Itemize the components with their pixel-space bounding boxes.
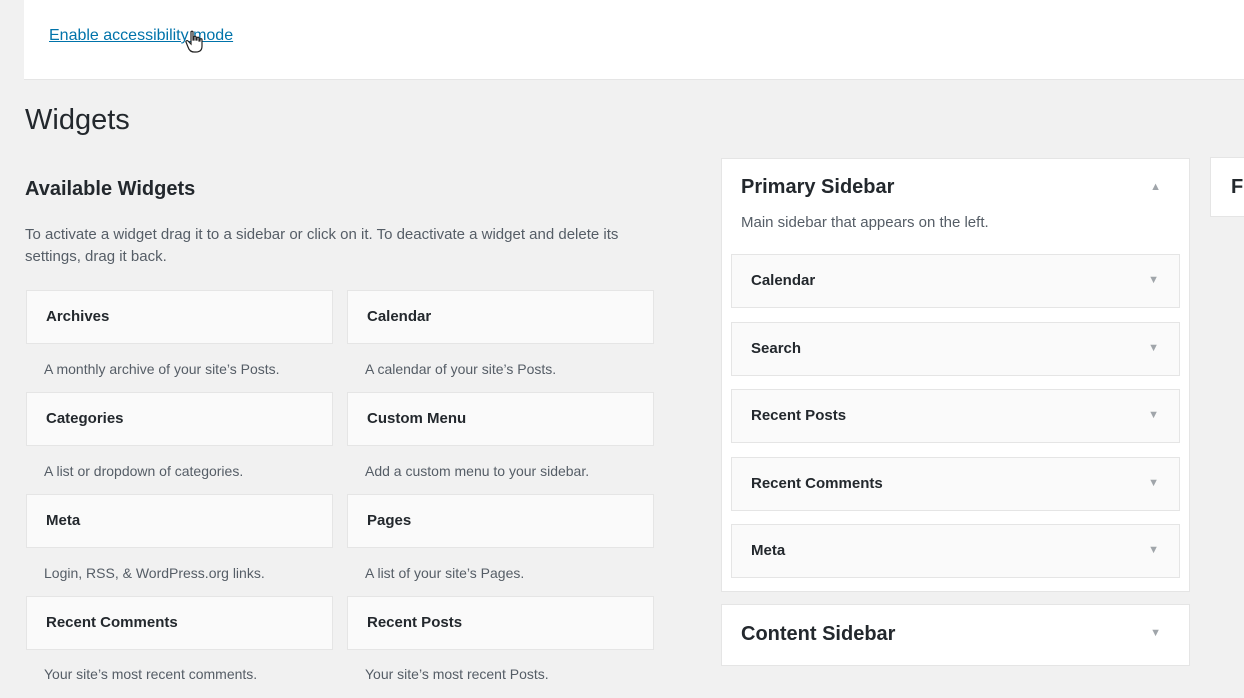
widget-description: Your site’s most recent comments. [44, 666, 258, 682]
content-sidebar-title: Content Sidebar [741, 623, 896, 645]
widget-pages[interactable]: Pages [347, 494, 654, 548]
widget-title: Calendar [367, 308, 432, 325]
widget-recent-comments[interactable]: Recent Comments [26, 596, 333, 650]
footer-sidebar-title: Footer Widget Area [1231, 176, 1244, 198]
widget-title: Meta [46, 512, 81, 529]
available-widgets-title: Available Widgets [25, 178, 196, 200]
widget-title: Custom Menu [367, 410, 467, 427]
sidebar-widget-title: Search [751, 340, 802, 357]
sidebar-widget-title: Recent Comments [751, 475, 883, 492]
content-sidebar-panel[interactable]: Content Sidebar ▼ [721, 604, 1190, 666]
widget-calendar[interactable]: Calendar [347, 290, 654, 344]
arrow-down-icon[interactable]: ▼ [1150, 627, 1161, 639]
widget-description: Add a custom menu to your sidebar. [365, 463, 590, 479]
widget-custom-menu[interactable]: Custom Menu [347, 392, 654, 446]
sidebar-widget-search[interactable]: Search ▼ [731, 322, 1180, 376]
widget-recent-posts[interactable]: Recent Posts [347, 596, 654, 650]
widget-title: Categories [46, 410, 124, 427]
widget-title: Archives [46, 308, 110, 325]
sidebar-widget-title: Recent Posts [751, 407, 847, 424]
widget-title: Pages [367, 512, 412, 529]
widget-meta[interactable]: Meta [26, 494, 333, 548]
sidebar-widget-recent-posts[interactable]: Recent Posts ▼ [731, 389, 1180, 443]
footer-sidebar-panel[interactable]: Footer Widget Area [1210, 157, 1244, 217]
arrow-up-icon[interactable]: ▲ [1150, 181, 1161, 193]
hand-pointer-icon [185, 30, 203, 53]
widget-description: A list or dropdown of categories. [44, 463, 244, 479]
arrow-down-icon[interactable]: ▼ [1148, 409, 1159, 421]
arrow-down-icon[interactable]: ▼ [1148, 544, 1159, 556]
available-widgets-description: To activate a widget drag it to a sideba… [25, 226, 619, 265]
arrow-down-icon[interactable]: ▼ [1148, 342, 1159, 354]
sidebar-widget-title: Calendar [751, 272, 816, 289]
screen-help-panel: Enable accessibility mode [24, 0, 1244, 80]
sidebar-widget-calendar[interactable]: Calendar ▼ [731, 254, 1180, 308]
widget-description: Login, RSS, & WordPress.org links. [44, 565, 265, 581]
page-title: Widgets [25, 104, 130, 136]
arrow-down-icon[interactable]: ▼ [1148, 274, 1159, 286]
widget-description: A monthly archive of your site’s Posts. [44, 361, 280, 377]
widget-description: A list of your site’s Pages. [365, 565, 525, 581]
widget-description: A calendar of your site’s Posts. [365, 361, 557, 377]
sidebar-widget-title: Meta [751, 542, 786, 559]
primary-sidebar-panel: Primary Sidebar ▲ Main sidebar that appe… [721, 158, 1190, 592]
sidebar-widget-recent-comments[interactable]: Recent Comments ▼ [731, 457, 1180, 511]
sidebar-widget-meta[interactable]: Meta ▼ [731, 524, 1180, 578]
arrow-down-icon[interactable]: ▼ [1148, 477, 1159, 489]
primary-sidebar-description: Main sidebar that appears on the left. [741, 214, 989, 231]
widget-archives[interactable]: Archives [26, 290, 333, 344]
widget-title: Recent Posts [367, 614, 463, 631]
widget-categories[interactable]: Categories [26, 392, 333, 446]
widget-title: Recent Comments [46, 614, 178, 631]
primary-sidebar-title[interactable]: Primary Sidebar [741, 176, 894, 199]
widget-description: Your site’s most recent Posts. [365, 666, 549, 682]
enable-accessibility-mode-link[interactable]: Enable accessibility mode [49, 27, 233, 45]
